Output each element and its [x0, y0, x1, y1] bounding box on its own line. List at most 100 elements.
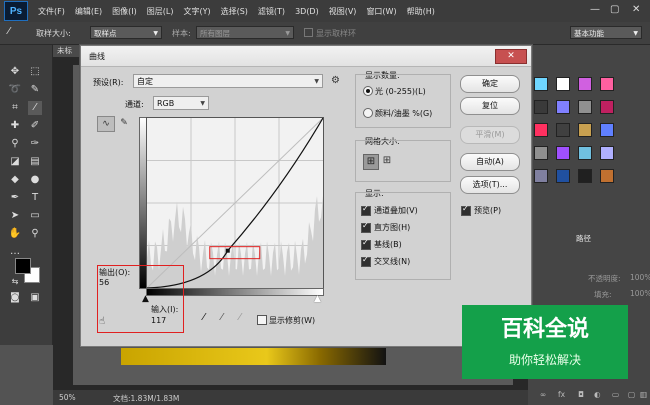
- show-clipping-checkbox[interactable]: [257, 315, 267, 325]
- histogram-checkbox[interactable]: [361, 221, 371, 233]
- gradient-tool-icon[interactable]: ▤: [28, 155, 42, 169]
- minimize-button[interactable]: —: [590, 4, 600, 15]
- zoom-tool-icon[interactable]: ⚲: [28, 227, 42, 241]
- channel-overlay-checkbox[interactable]: [361, 204, 371, 216]
- mask-icon[interactable]: ◘: [578, 390, 584, 399]
- fx-icon[interactable]: fx: [558, 390, 565, 399]
- stamp-tool-icon[interactable]: ⚲: [8, 137, 22, 151]
- color-swatch[interactable]: [556, 146, 570, 160]
- light-radio[interactable]: [363, 86, 373, 96]
- swap-colors-icon[interactable]: ⇆: [8, 275, 22, 289]
- menu-file[interactable]: 文件(F): [38, 6, 65, 17]
- dodge-tool-icon[interactable]: ●: [28, 173, 42, 187]
- close-window-button[interactable]: ✕: [632, 4, 640, 15]
- preview-checkbox[interactable]: [461, 204, 471, 216]
- move-tool-icon[interactable]: ✥: [8, 65, 22, 79]
- grid-simple-icon[interactable]: ⊞: [363, 154, 379, 170]
- color-swatch[interactable]: [600, 100, 614, 114]
- menu-help[interactable]: 帮助(H): [407, 6, 435, 17]
- shape-tool-icon[interactable]: ▭: [28, 209, 42, 223]
- lasso-tool-icon[interactable]: ➰: [8, 83, 22, 97]
- color-swatch[interactable]: [578, 123, 592, 137]
- show-ring-checkbox[interactable]: [304, 28, 313, 37]
- color-swatch[interactable]: [600, 123, 614, 137]
- ok-button[interactable]: 确定: [460, 75, 520, 93]
- trash-icon[interactable]: ▥: [640, 390, 647, 399]
- input-value[interactable]: 117: [151, 316, 166, 328]
- menu-view[interactable]: 视图(V): [329, 6, 357, 17]
- healing-tool-icon[interactable]: ✚: [8, 119, 22, 133]
- curves-graph[interactable]: [146, 117, 324, 289]
- smooth-button[interactable]: 平滑(M): [460, 126, 520, 144]
- menu-3d[interactable]: 3D(D): [295, 7, 319, 16]
- fill-value[interactable]: 100%: [630, 289, 650, 298]
- hand-tool-icon[interactable]: ✋: [8, 227, 22, 241]
- grid-detailed-icon[interactable]: ⊞: [380, 154, 394, 168]
- color-swatch[interactable]: [556, 169, 570, 183]
- brush-tool-icon[interactable]: ✐: [28, 119, 42, 133]
- white-point-slider-icon[interactable]: ▲: [314, 294, 321, 304]
- color-swatch[interactable]: [556, 100, 570, 114]
- pigment-radio[interactable]: [363, 108, 373, 118]
- curve-edit-points-icon[interactable]: ∿: [97, 116, 115, 132]
- eraser-tool-icon[interactable]: ◪: [8, 155, 22, 169]
- menu-type[interactable]: 文字(Y): [183, 6, 210, 17]
- color-swatch[interactable]: [534, 77, 548, 91]
- dialog-titlebar[interactable]: 曲线 ✕: [81, 46, 531, 67]
- opacity-value[interactable]: 100%: [630, 273, 650, 282]
- crosshair-checkbox[interactable]: [361, 255, 371, 267]
- pen-tool-icon[interactable]: ✒: [8, 191, 22, 205]
- color-swatch[interactable]: [534, 100, 548, 114]
- color-swatch[interactable]: [578, 100, 592, 114]
- eyedropper-tool-icon[interactable]: ⁄: [8, 26, 10, 37]
- crop-tool-icon[interactable]: ⌗: [8, 101, 22, 115]
- marquee-tool-icon[interactable]: ⬚: [28, 65, 42, 79]
- channel-select[interactable]: RGB ▼: [153, 96, 209, 110]
- path-select-icon[interactable]: ➤: [8, 209, 22, 223]
- screen-mode-icon[interactable]: ▣: [28, 291, 42, 305]
- quick-select-tool-icon[interactable]: ✎: [28, 83, 42, 97]
- blur-tool-icon[interactable]: ◆: [8, 173, 22, 187]
- new-layer-icon[interactable]: ▢: [628, 390, 635, 399]
- color-swatch[interactable]: [534, 123, 548, 137]
- color-swatch[interactable]: [578, 169, 592, 183]
- dialog-close-button[interactable]: ✕: [495, 49, 527, 64]
- options-button[interactable]: 选项(T)...: [460, 176, 520, 194]
- maximize-button[interactable]: ▢: [610, 4, 619, 15]
- curves-plot[interactable]: [146, 117, 324, 289]
- adjustment-icon[interactable]: ◐: [594, 390, 601, 399]
- menu-layer[interactable]: 图层(L): [147, 6, 174, 17]
- menu-edit[interactable]: 编辑(E): [75, 6, 102, 17]
- foreground-color-swatch[interactable]: [15, 258, 31, 274]
- color-swatch[interactable]: [534, 169, 548, 183]
- white-eyedropper-icon[interactable]: ⁄: [239, 312, 241, 323]
- sample-select[interactable]: 所有图层 ▼: [196, 26, 294, 39]
- preset-select[interactable]: 自定 ▼: [133, 74, 323, 88]
- color-swatch[interactable]: [600, 77, 614, 91]
- color-swatch[interactable]: [578, 77, 592, 91]
- black-eyedropper-icon[interactable]: ⁄: [203, 312, 205, 323]
- reset-button[interactable]: 复位: [460, 97, 520, 115]
- menu-select[interactable]: 选择(S): [221, 6, 248, 17]
- sample-size-select[interactable]: 取样点 ▼: [90, 26, 162, 39]
- baseline-checkbox[interactable]: [361, 238, 371, 250]
- on-image-adjust-hand-icon[interactable]: ☝: [99, 316, 105, 327]
- gray-eyedropper-icon[interactable]: ⁄: [221, 312, 223, 323]
- pencil-draw-icon[interactable]: ✎: [117, 116, 131, 130]
- folder-icon[interactable]: ▭: [612, 390, 619, 399]
- menu-image[interactable]: 图像(I): [112, 6, 137, 17]
- color-swatch[interactable]: [556, 123, 570, 137]
- color-swatch[interactable]: [534, 146, 548, 160]
- type-tool-icon[interactable]: T: [28, 191, 42, 205]
- quick-mask-icon[interactable]: ◙: [8, 291, 22, 305]
- color-swatch[interactable]: [556, 77, 570, 91]
- menu-window[interactable]: 窗口(W): [366, 6, 396, 17]
- eyedropper-active-icon[interactable]: ⁄: [28, 101, 42, 115]
- color-swatch[interactable]: [600, 146, 614, 160]
- menu-filter[interactable]: 滤镜(T): [258, 6, 285, 17]
- color-swatch[interactable]: [600, 169, 614, 183]
- history-brush-icon[interactable]: ✑: [28, 137, 42, 151]
- workspace-select[interactable]: 基本功能 ▼: [570, 26, 642, 39]
- color-swatch[interactable]: [578, 146, 592, 160]
- more-tools-icon[interactable]: …: [8, 245, 22, 259]
